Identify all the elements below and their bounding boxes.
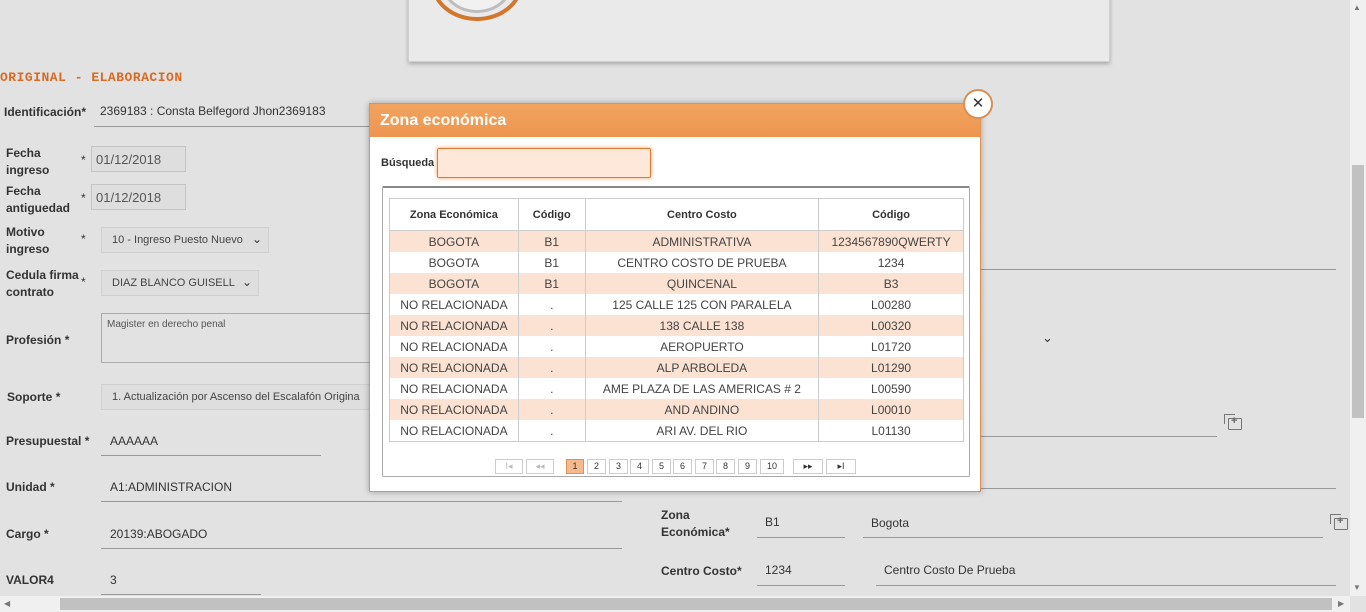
- presupuestal-input[interactable]: AAAAAA: [110, 434, 158, 448]
- cargo-label: Cargo *: [6, 527, 49, 541]
- scroll-down-icon[interactable]: ▼: [1353, 583, 1361, 592]
- close-icon[interactable]: ✕: [963, 89, 993, 119]
- dialog-title: Zona económica: [370, 104, 980, 137]
- page-button-10[interactable]: 10: [760, 459, 784, 474]
- fecha-ingreso-input[interactable]: 01/12/2018: [91, 146, 186, 172]
- chevron-down-icon: ⌄: [251, 232, 262, 246]
- horizontal-scrollbar[interactable]: ◀ ▶: [0, 596, 1350, 612]
- table-row[interactable]: NO RELACIONADA. 138 CALLE 138 L00320: [389, 315, 964, 336]
- search-input[interactable]: [437, 148, 651, 178]
- cargo-input[interactable]: 20139:ABOGADO: [110, 527, 207, 541]
- zona-economica-code[interactable]: B1: [765, 515, 780, 529]
- vertical-scroll-thumb[interactable]: [1352, 165, 1364, 418]
- page-button-7[interactable]: 7: [695, 459, 714, 474]
- last-page-button[interactable]: ▸I: [826, 459, 856, 474]
- lookup-icon[interactable]: [1330, 514, 1348, 530]
- scroll-left-icon[interactable]: ◀: [4, 599, 10, 608]
- table-row[interactable]: NO RELACIONADA. AEROPUERTO L01720: [389, 336, 964, 357]
- table-row[interactable]: NO RELACIONADA. AND ANDINO L00010: [389, 399, 964, 420]
- fecha-ingreso-label: Fecha ingreso: [6, 146, 50, 177]
- page-button-5[interactable]: 5: [652, 459, 671, 474]
- page-button-1[interactable]: 1: [566, 459, 584, 474]
- table-row[interactable]: NO RELACIONADA. ARI AV. DEL RIO L01130: [389, 420, 964, 442]
- column-header[interactable]: Zona Económica: [389, 198, 519, 231]
- section-title: ORIGINAL - ELABORACION: [0, 70, 183, 85]
- zona-economica-dialog: Zona económica Búsqueda Zona Económica C…: [369, 103, 981, 492]
- table-row[interactable]: BOGOTA B1 QUINCENAL B3: [389, 273, 964, 294]
- page-button-9[interactable]: 9: [738, 459, 757, 474]
- valor4-label: VALOR4: [6, 573, 54, 587]
- chevron-down-icon: ⌄: [241, 275, 252, 289]
- column-header[interactable]: Código: [517, 198, 586, 231]
- results-table: Zona Económica Código Centro Costo Códig…: [389, 198, 964, 442]
- page-button-6[interactable]: 6: [673, 459, 692, 474]
- cedula-firma-label: Cedula firma contrato: [6, 268, 79, 299]
- first-page-button[interactable]: I◂: [495, 459, 523, 474]
- zona-economica-label: Zona Económica*: [661, 508, 730, 539]
- unidad-input[interactable]: A1:ADMINISTRACION: [110, 480, 232, 494]
- lookup-icon[interactable]: [1224, 414, 1242, 430]
- fecha-antiguedad-label: Fecha antiguedad: [6, 184, 71, 215]
- page-button-8[interactable]: 8: [716, 459, 735, 474]
- motivo-ingreso-select[interactable]: 10 - Ingreso Puesto Nuevo ⌄: [101, 227, 269, 253]
- progress-dial: [431, 0, 523, 21]
- table-row[interactable]: BOGOTA B1 CENTRO COSTO DE PRUEBA 1234: [389, 252, 964, 273]
- column-header[interactable]: Centro Costo: [584, 198, 820, 231]
- presupuestal-label: Presupuestal *: [6, 434, 90, 448]
- centro-costo-label: Centro Costo*: [661, 564, 742, 578]
- soporte-select[interactable]: 1. Actualización por Ascenso del Escalaf…: [101, 384, 376, 410]
- centro-costo-code[interactable]: 1234: [765, 563, 792, 577]
- valor4-input[interactable]: 3: [110, 573, 117, 587]
- page-button-3[interactable]: 3: [609, 459, 628, 474]
- column-header[interactable]: Código: [818, 198, 964, 231]
- profesion-label: Profesión *: [6, 333, 70, 347]
- top-summary-card: 2369183: [408, 0, 1110, 62]
- table-row[interactable]: BOGOTA B1 ADMINISTRATIVA 1234567890QWERTY: [389, 230, 964, 252]
- fecha-antiguedad-input[interactable]: 01/12/2018: [91, 184, 186, 210]
- table-row[interactable]: NO RELACIONADA. 125 CALLE 125 CON PARALEL…: [389, 294, 964, 315]
- zona-economica-name[interactable]: Bogota: [871, 516, 909, 530]
- soporte-label: Soporte *: [7, 390, 61, 404]
- next-page-button[interactable]: ▸▸: [793, 459, 823, 474]
- table-row[interactable]: NO RELACIONADA. AME PLAZA DE LAS AMERICAS…: [389, 378, 964, 399]
- profesion-textarea[interactable]: Magister en derecho penal: [101, 313, 376, 363]
- chevron-down-icon[interactable]: ⌄: [1042, 330, 1053, 346]
- table-row[interactable]: NO RELACIONADA. ALP ARBOLEDA L01290: [389, 357, 964, 378]
- centro-costo-name[interactable]: Centro Costo De Prueba: [884, 563, 1015, 577]
- vertical-scrollbar[interactable]: ▲ ▼: [1350, 0, 1366, 596]
- cedula-firma-select[interactable]: DIAZ BLANCO GUISELL ⌄: [101, 270, 259, 296]
- identificacion-label: Identificación*: [4, 105, 87, 119]
- page-button-4[interactable]: 4: [630, 459, 649, 474]
- horizontal-scroll-thumb[interactable]: [60, 598, 1332, 610]
- prev-page-button[interactable]: ◂◂: [526, 459, 554, 474]
- table-header-row: Zona Económica Código Centro Costo Códig…: [389, 198, 964, 231]
- results-table-frame: Zona Económica Código Centro Costo Códig…: [382, 186, 970, 477]
- unidad-label: Unidad *: [6, 480, 55, 494]
- search-label: Búsqueda: [381, 157, 435, 169]
- scroll-right-icon[interactable]: ▶: [1338, 599, 1344, 608]
- page-button-2[interactable]: 2: [587, 459, 606, 474]
- scroll-up-icon[interactable]: ▲: [1353, 3, 1361, 12]
- identificacion-value[interactable]: 2369183 : Consta Belfegord Jhon2369183: [100, 104, 326, 118]
- motivo-ingreso-label: Motivo ingreso: [6, 225, 50, 256]
